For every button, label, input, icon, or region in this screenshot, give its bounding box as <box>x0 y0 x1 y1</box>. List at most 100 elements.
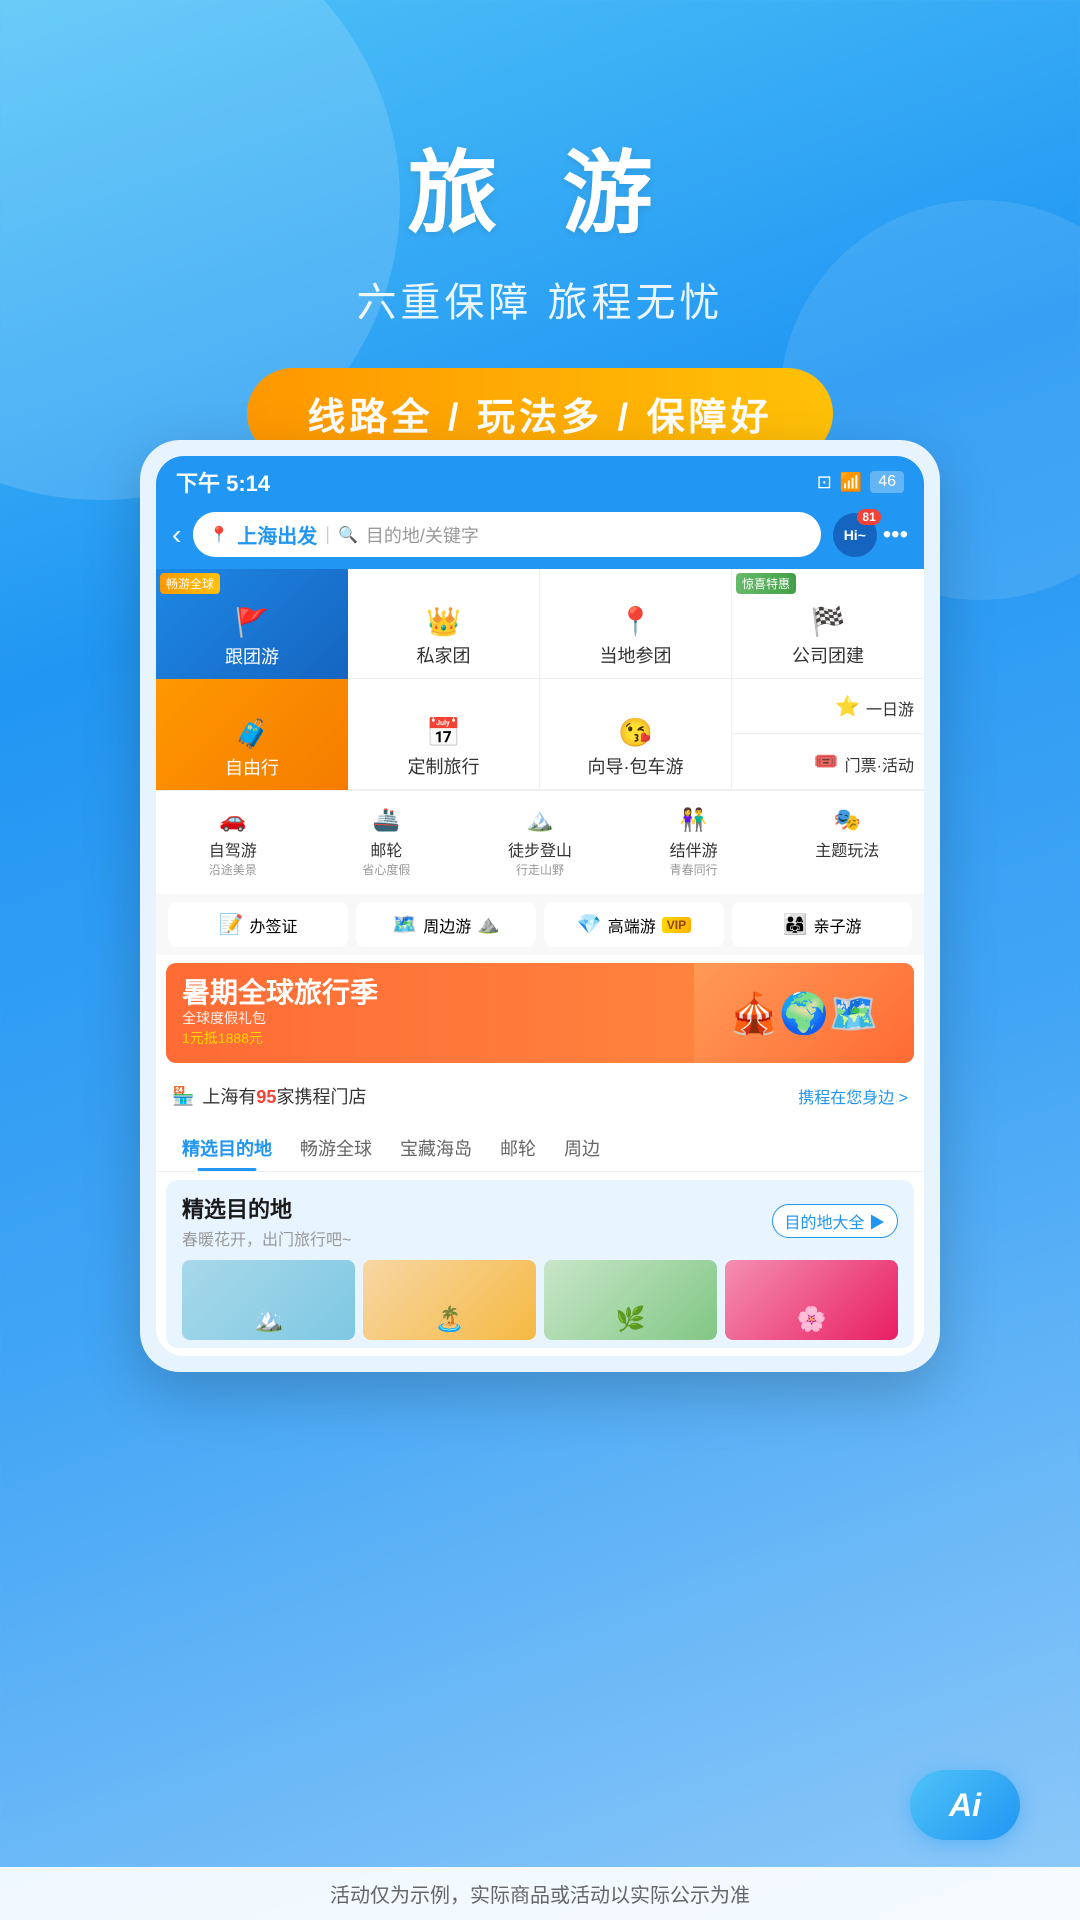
menu-item-private-tour[interactable]: 👑 私家团 <box>348 569 540 679</box>
banner-sub-text: 全球度假礼包 <box>182 1008 378 1028</box>
family-label: 亲子游 <box>813 913 861 937</box>
day-tour-icon: ⭐ <box>835 694 860 719</box>
custom-travel-icon: 📅 <box>426 716 461 749</box>
nearby-arrow: ⛰️ <box>477 914 499 935</box>
service-luxury[interactable]: 💎 高端游 VIP <box>544 902 724 947</box>
dest-img-3[interactable]: 🌿 <box>544 1260 717 1340</box>
dest-img-2[interactable]: 🏝️ <box>363 1260 536 1340</box>
hiking-icon: 🏔️ <box>526 807 553 833</box>
wifi-icon: 📶 <box>840 472 862 493</box>
menu-item-company-tour[interactable]: 惊喜特惠 🏁 公司团建 <box>732 569 924 679</box>
buddy-sublabel: 青春同行 <box>670 861 718 878</box>
more-icon[interactable]: ••• <box>883 521 908 549</box>
avatar-badge[interactable]: Hi~ 81 <box>833 513 877 557</box>
guide-tour-icon: 😘 <box>618 716 653 749</box>
custom-travel-label: 定制旅行 <box>408 753 480 779</box>
hero-title: 旅 游 <box>0 120 1080 250</box>
ticket-icon: 🎟️ <box>814 749 839 774</box>
self-drive-label: 自驾游 <box>209 837 257 861</box>
store-link[interactable]: 携程在您身边 > <box>798 1084 908 1108</box>
self-drive-icon: 🚗 <box>219 807 246 833</box>
tab-nearby[interactable]: 周边 <box>550 1129 614 1171</box>
tab-cruise[interactable]: 邮轮 <box>486 1129 550 1171</box>
menu-tag-1: 畅游全球 <box>160 573 220 594</box>
menu-item-custom-travel[interactable]: 📅 定制旅行 <box>348 679 540 790</box>
hiking-label: 徒步登山 <box>508 837 572 861</box>
family-icon: 👨‍👩‍👧 <box>783 912 808 937</box>
ai-label: Ai <box>949 1787 981 1824</box>
tab-featured-dest[interactable]: 精选目的地 <box>168 1129 286 1171</box>
dest-img-1[interactable]: 🏔️ <box>182 1260 355 1340</box>
notification-badge: 81 <box>857 509 880 525</box>
status-bar: 下午 5:14 ⊡ 📶 46 <box>156 456 924 504</box>
nearby-label: 周边游 <box>423 913 471 937</box>
disclaimer: 活动仅为示例，实际商品或活动以实际公示为准 <box>0 1867 1080 1920</box>
menu-item-self-drive[interactable]: 🚗 自驾游 沿途美景 <box>156 799 310 886</box>
dest-title-area: 精选目的地 春暖花开，出门旅行吧~ <box>182 1192 351 1250</box>
banner-main-text: 暑期全球旅行季 <box>182 978 378 1009</box>
hiking-sublabel: 行走山野 <box>516 861 564 878</box>
service-nearby[interactable]: 🗺️ 周边游 ⛰️ <box>356 902 536 947</box>
menu-item-guide-tour[interactable]: 😘 向导·包车游 <box>540 679 732 790</box>
menu-item-group-tour[interactable]: 畅游全球 🚩 跟团游 <box>156 569 348 679</box>
store-icon: 🏪 <box>172 1086 194 1107</box>
search-divider: | <box>325 524 330 545</box>
guide-tour-label: 向导·包车游 <box>588 753 684 779</box>
menu-item-hiking[interactable]: 🏔️ 徒步登山 行走山野 <box>463 799 617 886</box>
tab-island[interactable]: 宝藏海岛 <box>386 1129 486 1171</box>
banner-image: 🎪🌍🗺️ <box>694 963 914 1063</box>
menu-row3: 🚗 自驾游 沿途美景 🚢 邮轮 省心度假 🏔️ 徒步登山 行走山野 👫 结伴游 … <box>156 790 924 894</box>
phone-inner: 下午 5:14 ⊡ 📶 46 ‹ 📍 上海出发 | 🔍 目的地/关键字 Hi~ <box>156 456 924 1356</box>
vip-badge: VIP <box>662 917 691 933</box>
visa-label: 办签证 <box>249 913 297 937</box>
menu-item-buddy[interactable]: 👫 结伴游 青春同行 <box>617 799 771 886</box>
private-tour-label: 私家团 <box>417 642 471 668</box>
luxury-icon: 💎 <box>577 912 602 937</box>
menu-item-theme[interactable]: 🎭 主题玩法 <box>770 799 924 886</box>
group-tour-icon: 🚩 <box>235 606 270 639</box>
dest-title: 精选目的地 <box>182 1192 351 1224</box>
service-pills: 📝 办签证 🗺️ 周边游 ⛰️ 💎 高端游 VIP 👨‍👩‍👧 亲子游 <box>156 894 924 955</box>
theme-label: 主题玩法 <box>815 837 879 861</box>
dest-subtitle: 春暖花开，出门旅行吧~ <box>182 1226 351 1250</box>
menu-col-right: ⭐ 一日游 🎟️ 门票·活动 <box>732 679 924 790</box>
menu-item-ticket[interactable]: 🎟️ 门票·活动 <box>732 734 924 789</box>
tabs-row: 精选目的地 畅游全球 宝藏海岛 邮轮 周边 <box>156 1121 924 1172</box>
nearby-icon: 🗺️ <box>392 912 417 937</box>
service-family[interactable]: 👨‍👩‍👧 亲子游 <box>732 902 912 947</box>
cruise-sublabel: 省心度假 <box>362 861 410 878</box>
menu-item-day-tour[interactable]: ⭐ 一日游 <box>732 679 924 734</box>
promo-banner[interactable]: 暑期全球旅行季 全球度假礼包 1元抵1888元 🎪🌍🗺️ <box>166 963 914 1063</box>
dest-header: 精选目的地 春暖花开，出门旅行吧~ 目的地大全 ▶ <box>182 1192 898 1250</box>
dest-img-4[interactable]: 🌸 <box>725 1260 898 1340</box>
ai-button[interactable]: Ai <box>910 1770 1020 1840</box>
store-row: 🏪 上海有95家携程门店 携程在您身边 > <box>156 1071 924 1121</box>
status-icons: ⊡ 📶 46 <box>817 471 904 493</box>
private-tour-icon: 👑 <box>426 605 461 638</box>
menu-item-local-tour[interactable]: 📍 当地参团 <box>540 569 732 679</box>
banner-discount: 1元抵1888元 <box>182 1028 378 1048</box>
ticket-label: 门票·活动 <box>845 752 914 776</box>
search-bar: ‹ 📍 上海出发 | 🔍 目的地/关键字 Hi~ 81 ••• <box>156 504 924 569</box>
menu-item-free-travel[interactable]: 🧳 自由行 <box>156 679 348 790</box>
free-travel-label: 自由行 <box>225 754 279 780</box>
luxury-label: 高端游 <box>608 913 656 937</box>
cruise-label: 邮轮 <box>370 837 402 861</box>
search-location: 上海出发 <box>237 520 317 549</box>
dest-all-button[interactable]: 目的地大全 ▶ <box>772 1204 898 1238</box>
hero-section: 旅 游 六重保障 旅程无忧 线路全 / 玩法多 / 保障好 <box>0 0 1080 459</box>
tab-global[interactable]: 畅游全球 <box>286 1129 386 1171</box>
back-button[interactable]: ‹ <box>172 519 181 551</box>
store-info: 🏪 上海有95家携程门店 <box>172 1083 366 1109</box>
company-tour-label: 公司团建 <box>792 642 864 668</box>
theme-icon: 🎭 <box>833 807 860 833</box>
search-placeholder: 目的地/关键字 <box>366 522 479 548</box>
destination-section: 精选目的地 春暖花开，出门旅行吧~ 目的地大全 ▶ 🏔️ 🏝️ 🌿 🌸 <box>166 1180 914 1348</box>
service-visa[interactable]: 📝 办签证 <box>168 902 348 947</box>
day-tour-label: 一日游 <box>866 696 914 720</box>
search-input-area[interactable]: 📍 上海出发 | 🔍 目的地/关键字 <box>193 512 820 557</box>
menu-item-cruise[interactable]: 🚢 邮轮 省心度假 <box>310 799 464 886</box>
store-text: 上海有95家携程门店 <box>202 1083 366 1109</box>
menu-grid-row2: 🧳 自由行 📅 定制旅行 😘 向导·包车游 ⭐ 一日游 🎟️ <box>156 679 924 790</box>
store-count: 95 <box>256 1087 276 1107</box>
